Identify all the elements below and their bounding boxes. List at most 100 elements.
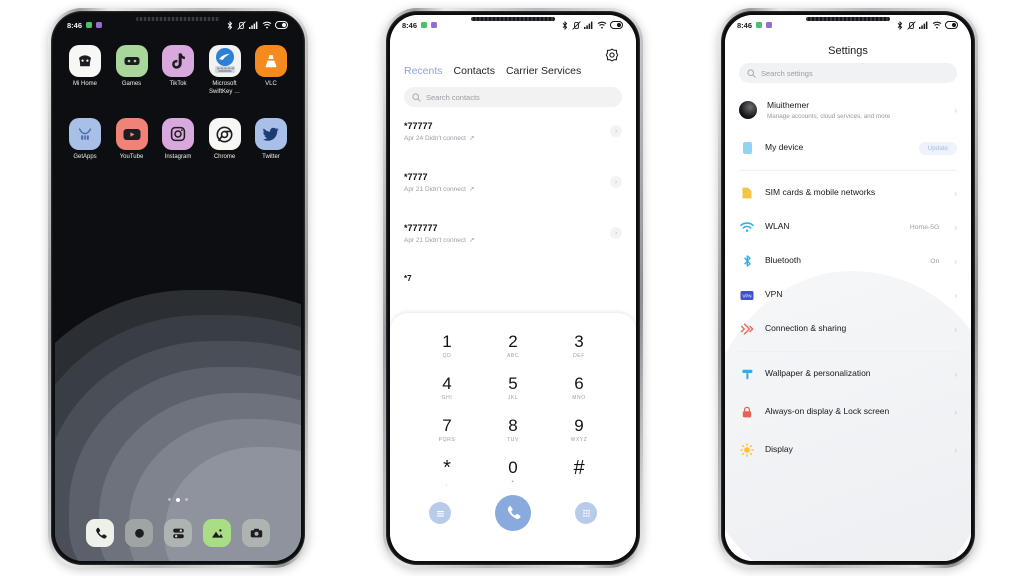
key-3[interactable]: 3 DEF (546, 327, 612, 365)
chevron-right-icon[interactable]: › (610, 176, 622, 188)
chevron-right-icon: › (954, 445, 957, 455)
sidebar-item-sim-cards[interactable]: SIM cards & mobile networks › (725, 176, 971, 210)
table-row[interactable]: *77777 Apr 24 Didn't connect ↗ › (390, 113, 636, 164)
call-number: *77777 (404, 121, 433, 131)
app-games[interactable]: Games (110, 45, 154, 96)
setting-value: On (930, 257, 940, 265)
setting-label: Connection & sharing (765, 323, 847, 334)
connection-icon (739, 321, 755, 337)
status-time: 8:46 (67, 20, 83, 30)
phone-bezel: 8:46 Settings Search settings Miuithemer… (721, 11, 975, 565)
app-mi-home[interactable]: Mi Home (63, 45, 107, 96)
search-settings-input[interactable]: Search settings (739, 63, 957, 83)
sidebar-item-wlan[interactable]: WLAN Home-5G › (725, 210, 971, 244)
call-button[interactable] (495, 495, 531, 531)
tab-recents[interactable]: Recents (404, 65, 443, 77)
chevron-right-icon: › (954, 105, 957, 115)
app-twitter[interactable]: Twitter (249, 118, 293, 162)
chevron-right-icon[interactable]: › (610, 227, 622, 239)
sidebar-item-aod-lock-screen[interactable]: Always-on display & Lock screen › (725, 391, 971, 433)
app-chrome[interactable]: Chrome (203, 118, 247, 162)
key-0[interactable]: 0 + (480, 453, 546, 491)
page-dot-active[interactable] (176, 498, 180, 502)
update-badge[interactable]: Update (918, 141, 957, 155)
settings-icon[interactable] (164, 519, 192, 547)
page-dot[interactable] (168, 498, 171, 501)
app-vlc[interactable]: VLC (249, 45, 293, 96)
key-digit: 3 (574, 332, 584, 351)
sidebar-item-my-device[interactable]: My device Update (725, 131, 971, 165)
page-dot[interactable] (185, 498, 188, 501)
bluetooth-icon (739, 253, 755, 269)
outgoing-arrow-icon: ↗ (468, 135, 475, 142)
key-hash[interactable]: # (546, 453, 612, 491)
sidebar-item-connection-sharing[interactable]: Connection & sharing › (725, 312, 971, 346)
key-letters: QD (442, 353, 452, 359)
battery-icon (945, 21, 959, 29)
app-getapps[interactable]: GetApps (63, 118, 107, 162)
sidebar-item-display[interactable]: Display › (725, 433, 971, 467)
keypad-button[interactable] (575, 502, 597, 524)
key-7[interactable]: 7 PQRS (414, 411, 480, 449)
key-digit: # (573, 456, 585, 479)
search-contacts-input[interactable]: Search contacts (404, 87, 622, 107)
setting-label: Bluetooth (765, 255, 801, 266)
messages-icon[interactable] (125, 519, 153, 547)
signal-icon (919, 21, 928, 29)
sidebar-item-bluetooth[interactable]: Bluetooth On › (725, 244, 971, 278)
gallery-icon[interactable] (203, 519, 231, 547)
table-row[interactable]: *7 (390, 266, 636, 317)
app-label: Chrome (213, 154, 236, 160)
status-dot-green (756, 22, 763, 28)
key-2[interactable]: 2 ABC (480, 327, 546, 365)
key-letters: GHI (441, 395, 453, 401)
battery-icon (610, 21, 624, 29)
phone-home-screen: 8:46 Mi Home Games TikTok Microsoft Swif… (48, 8, 308, 568)
keypad-icon (582, 509, 590, 517)
chevron-right-icon: › (954, 290, 957, 300)
tab-carrier-services[interactable]: Carrier Services (506, 65, 581, 77)
app-youtube[interactable]: YouTube (110, 118, 154, 162)
dialer-tabs: Recents Contacts Carrier Services (404, 65, 626, 77)
app-swiftkey[interactable]: Microsoft SwiftKey … (203, 45, 247, 96)
app-row-1: Mi Home Games TikTok Microsoft SwiftKey … (63, 45, 293, 96)
phone-icon[interactable] (86, 519, 114, 547)
dialpad-actions (390, 495, 636, 531)
key-6[interactable]: 6 MNO (546, 369, 612, 407)
app-tiktok[interactable]: TikTok (156, 45, 200, 96)
key-9[interactable]: 9 WXYZ (546, 411, 612, 449)
sidebar-item-wallpaper[interactable]: Wallpaper & personalization › (725, 357, 971, 391)
sidebar-item-vpn[interactable]: VPN VPN › (725, 278, 971, 312)
tab-contacts[interactable]: Contacts (454, 65, 495, 77)
dialer-screen: 8:46 Recents Contacts Carrier Services S… (390, 15, 636, 561)
sidebar-item-account[interactable]: Miuithemer Manage accounts, cloud servic… (725, 89, 971, 131)
chevron-right-icon[interactable]: › (610, 125, 622, 137)
app-instagram[interactable]: Instagram (156, 118, 200, 162)
settings-screen: 8:46 Settings Search settings Miuithemer… (725, 15, 971, 561)
dialpad: 1 QD 2 ABC 3 DEF 4 GHI 5 JKL 6 MNO 7 PQRS 8 TUV … (390, 313, 636, 561)
menu-button[interactable] (429, 502, 451, 524)
call-detail: Apr 21 Didn't connect ↗ (404, 236, 475, 245)
key-star[interactable]: *, (414, 453, 480, 491)
search-icon (747, 68, 756, 78)
table-row[interactable]: *7777 Apr 21 Didn't connect ↗ › (390, 164, 636, 215)
key-5[interactable]: 5 JKL (480, 369, 546, 407)
camera-icon[interactable] (242, 519, 270, 547)
search-placeholder: Search contacts (426, 92, 480, 102)
setting-label: VPN (765, 289, 783, 300)
gear-icon[interactable] (602, 45, 622, 65)
key-4[interactable]: 4 GHI (414, 369, 480, 407)
key-1[interactable]: 1 QD (414, 327, 480, 365)
bluetooth-icon (562, 20, 568, 30)
account-name: Miuithemer (767, 99, 810, 110)
table-row[interactable]: *777777 Apr 21 Didn't connect ↗ › (390, 215, 636, 266)
earpiece-speaker (136, 17, 220, 21)
outgoing-arrow-icon: ↗ (468, 186, 475, 193)
tiktok-icon (162, 45, 194, 77)
device-icon (739, 140, 755, 156)
signal-icon (584, 21, 593, 29)
screenshot-stage: 8:46 Mi Home Games TikTok Microsoft Swif… (0, 0, 1024, 576)
earpiece-speaker (471, 17, 555, 21)
youtube-icon (115, 118, 148, 150)
key-8[interactable]: 8 TUV (480, 411, 546, 449)
